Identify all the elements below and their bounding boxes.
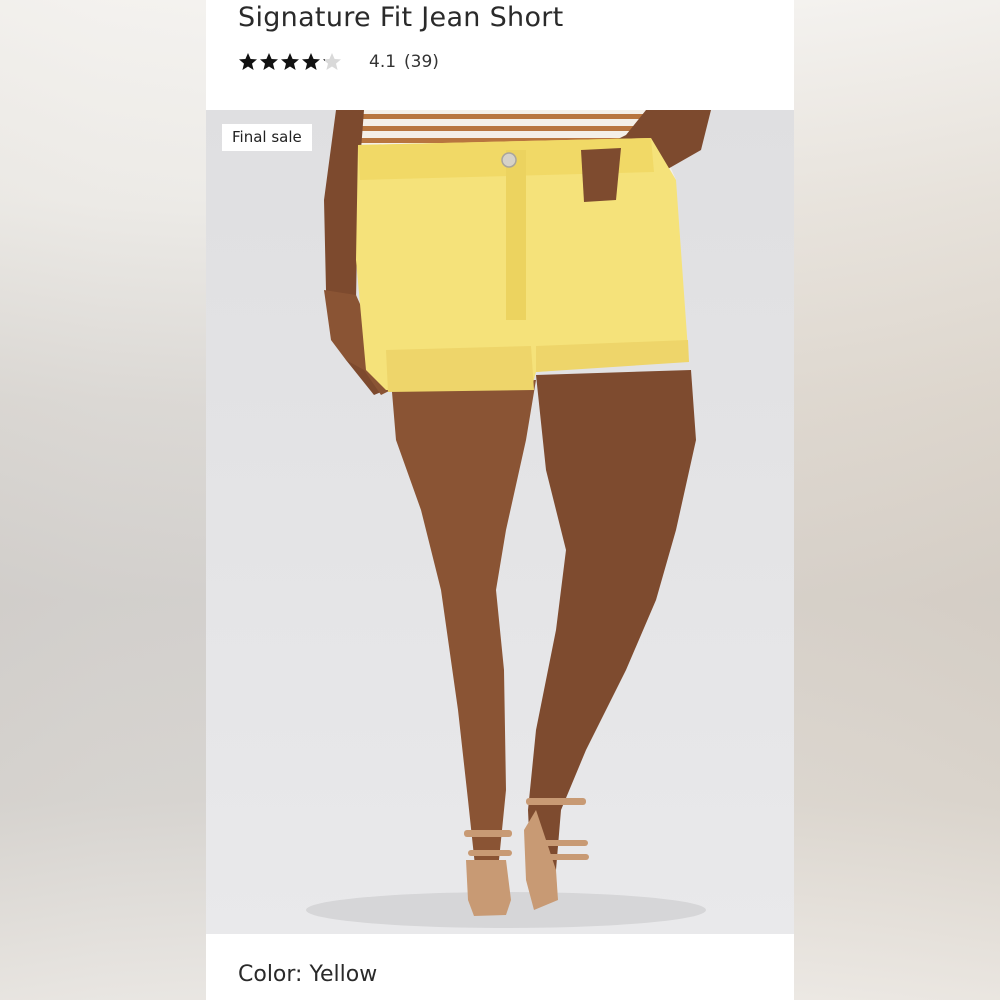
- star-rating: [238, 52, 343, 72]
- star-icon: [260, 53, 278, 70]
- star-empty-icon: [323, 53, 341, 70]
- rating-value: 4.1: [369, 52, 397, 72]
- product-photo-illustration: [306, 110, 711, 928]
- star-icon: [239, 53, 257, 70]
- product-image[interactable]: Final sale: [206, 110, 794, 934]
- color-selection-label: Color: Yellow: [238, 962, 378, 987]
- blurred-background-right: [794, 0, 1000, 1000]
- rating-row[interactable]: 4.1 (39): [238, 48, 439, 76]
- yellow-shorts: [356, 138, 689, 392]
- product-panel: Signature Fit Jean Short 4.1 (39) Final …: [206, 0, 794, 1000]
- screenshot-frame: Signature Fit Jean Short 4.1 (39) Final …: [0, 0, 1000, 1000]
- product-title: Signature Fit Jean Short: [238, 2, 564, 33]
- review-count-link[interactable]: (39): [404, 52, 439, 72]
- star-icon: [302, 53, 320, 70]
- final-sale-badge: Final sale: [222, 124, 312, 151]
- blurred-background-left: [0, 0, 206, 1000]
- star-icon: [281, 53, 299, 70]
